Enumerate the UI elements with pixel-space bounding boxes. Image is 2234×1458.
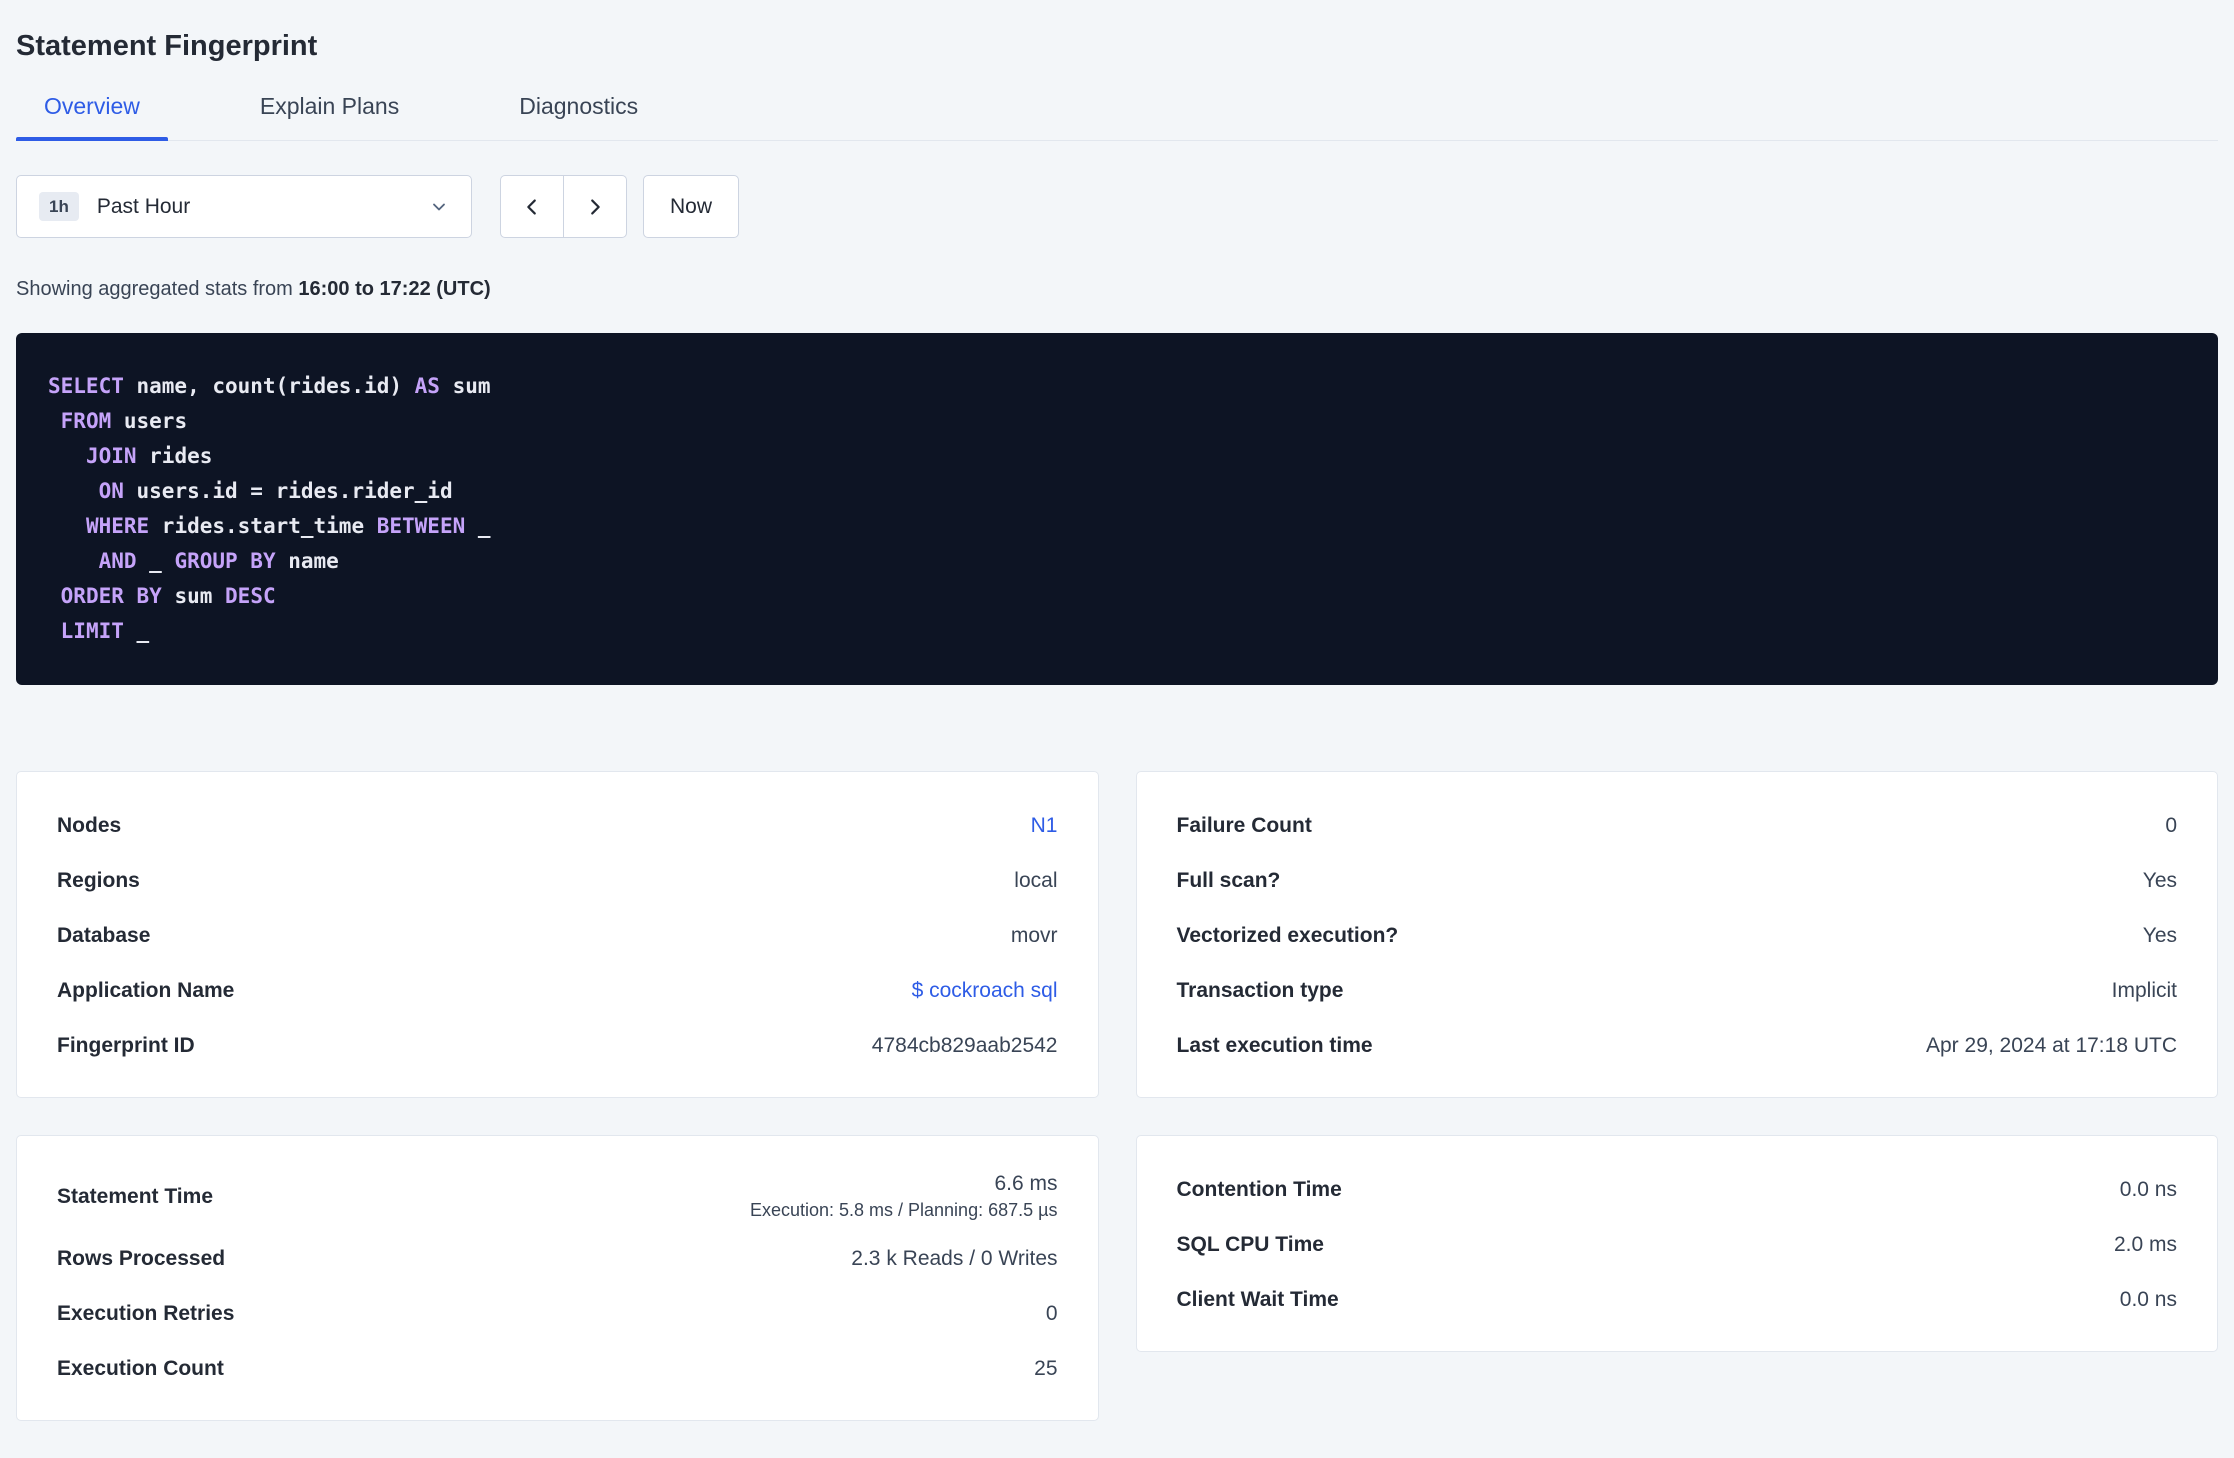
detail-label: Application Name	[57, 978, 235, 1002]
chevron-left-icon	[521, 196, 543, 218]
detail-row-last-execution: Last execution time Apr 29, 2024 at 17:1…	[1177, 1018, 2178, 1073]
detail-value: 0.0 ns	[2119, 1287, 2177, 1311]
detail-value: 25	[1034, 1356, 1058, 1380]
detail-row-rows-processed: Rows Processed 2.3 k Reads / 0 Writes	[57, 1231, 1058, 1286]
detail-label: Full scan?	[1176, 868, 1281, 892]
aggregated-stats-prefix: Showing aggregated stats from	[16, 278, 299, 300]
detail-label: Transaction type	[1176, 978, 1344, 1002]
sql-keyword: BETWEEN	[376, 514, 466, 538]
tab-explain-plans[interactable]: Explain Plans	[232, 93, 427, 140]
time-controls: 1h Past Hour Now	[16, 175, 2218, 238]
detail-row-contention-time: Contention Time 0.0 ns	[1177, 1162, 2178, 1217]
detail-label: Client Wait Time	[1176, 1287, 1339, 1311]
detail-row-regions: Regions local	[57, 853, 1058, 908]
detail-value: local	[1014, 868, 1058, 892]
detail-row-failure-count: Failure Count 0	[1177, 798, 2178, 853]
detail-label: Regions	[57, 868, 140, 892]
node-link[interactable]: N1	[1031, 814, 1058, 838]
chevron-right-icon	[584, 196, 606, 218]
wait-time-card: Contention Time 0.0 ns SQL CPU Time 2.0 …	[1135, 1135, 2218, 1352]
detail-row-client-wait-time: Client Wait Time 0.0 ns	[1177, 1272, 2178, 1327]
tab-overview[interactable]: Overview	[16, 93, 168, 141]
sql-line: FROM users	[60, 409, 188, 433]
chevron-down-icon	[429, 197, 449, 217]
detail-value: Apr 29, 2024 at 17:18 UTC	[1926, 1033, 2177, 1057]
detail-row-transaction-type: Transaction type Implicit	[1177, 963, 2178, 1018]
detail-value: Yes	[2142, 923, 2177, 947]
detail-row-fingerprint-id: Fingerprint ID 4784cb829aab2542	[57, 1018, 1058, 1073]
detail-row-application-name: Application Name $ cockroach sql	[57, 963, 1058, 1018]
sql-line: AND _ GROUP BY name	[98, 549, 339, 573]
aggregated-stats-text: Showing aggregated stats from 16:00 to 1…	[16, 278, 2218, 301]
sql-keyword: JOIN	[85, 444, 137, 468]
detail-label: Failure Count	[1176, 813, 1312, 837]
sql-keyword: AND	[98, 549, 137, 573]
detail-value: 4784cb829aab2542	[871, 1033, 1058, 1057]
sql-keyword: AS	[414, 374, 440, 398]
detail-value: 0	[2165, 813, 2177, 837]
detail-value: 2.3 k Reads / 0 Writes	[851, 1246, 1058, 1270]
detail-value: 0.0 ns	[2119, 1177, 2177, 1201]
detail-label: Database	[57, 923, 151, 947]
statement-time-card: Statement Time 6.6 ms Execution: 5.8 ms …	[16, 1135, 1099, 1421]
detail-label: Rows Processed	[57, 1246, 226, 1270]
sql-keyword: LIMIT	[60, 619, 124, 643]
next-time-button[interactable]	[563, 175, 627, 238]
detail-row-nodes: Nodes N1	[57, 798, 1058, 853]
detail-row-vectorized: Vectorized execution? Yes	[1177, 908, 2178, 963]
detail-value: movr	[1010, 923, 1058, 947]
time-range-select[interactable]: 1h Past Hour	[16, 175, 472, 238]
detail-value: 6.6 ms	[994, 1172, 1058, 1195]
sql-keyword: WHERE	[85, 514, 150, 538]
prev-time-button[interactable]	[500, 175, 564, 238]
sql-keyword: FROM	[60, 409, 112, 433]
statement-details-card: Nodes N1 Regions local Database movr App…	[16, 771, 1099, 1098]
aggregated-stats-range: 16:00 to 17:22 (UTC)	[298, 278, 491, 300]
time-nav-group	[500, 175, 627, 238]
detail-label: Contention Time	[1176, 1177, 1342, 1201]
execution-details-card: Failure Count 0 Full scan? Yes Vectorize…	[1135, 771, 2218, 1098]
time-range-label: Past Hour	[96, 194, 191, 218]
tab-bar: Overview Explain Plans Diagnostics	[16, 93, 2218, 141]
detail-value: Yes	[2142, 868, 2177, 892]
sql-keyword: SELECT	[48, 374, 124, 398]
application-link[interactable]: $ cockroach sql	[912, 979, 1058, 1003]
time-range-badge: 1h	[39, 192, 79, 221]
sql-keyword: DESC	[225, 584, 276, 608]
tab-diagnostics[interactable]: Diagnostics	[491, 93, 666, 140]
detail-label: Nodes	[57, 813, 122, 837]
detail-label: Statement Time	[57, 1184, 213, 1208]
sql-keyword: ORDER BY	[60, 584, 162, 608]
detail-label: Last execution time	[1176, 1033, 1373, 1057]
detail-label: Execution Retries	[57, 1301, 235, 1325]
detail-label: Execution Count	[57, 1356, 224, 1380]
detail-row-sql-cpu-time: SQL CPU Time 2.0 ms	[1177, 1217, 2178, 1272]
detail-row-execution-retries: Execution Retries 0	[57, 1286, 1058, 1341]
detail-label: SQL CPU Time	[1176, 1232, 1324, 1256]
stats-cards: Nodes N1 Regions local Database movr App…	[16, 771, 2218, 1421]
sql-statement-box: SELECT name, count(rides.id) AS sum FROM…	[16, 333, 2218, 685]
sql-keyword: GROUP BY	[174, 549, 276, 573]
sql-line: WHERE rides.start_time BETWEEN _	[85, 514, 491, 538]
detail-row-database: Database movr	[57, 908, 1058, 963]
detail-label: Fingerprint ID	[57, 1033, 195, 1057]
sql-line: SELECT name, count(rides.id) AS sum	[48, 374, 491, 398]
detail-row-full-scan: Full scan? Yes	[1177, 853, 2178, 908]
statement-fingerprint-page: Statement Fingerprint Overview Explain P…	[0, 0, 2234, 1421]
sql-line: ON users.id = rides.rider_id	[98, 479, 453, 503]
now-button[interactable]: Now	[643, 175, 739, 238]
sql-keyword: ON	[98, 479, 124, 503]
detail-label: Vectorized execution?	[1176, 923, 1399, 947]
detail-row-execution-count: Execution Count 25	[57, 1341, 1058, 1396]
detail-value: 2.0 ms	[2113, 1232, 2177, 1256]
statement-time-breakdown: Execution: 5.8 ms / Planning: 687.5 µs	[749, 1200, 1058, 1220]
detail-value: 0	[1045, 1301, 1058, 1325]
page-title: Statement Fingerprint	[16, 30, 318, 62]
statement-time-values: 6.6 ms Execution: 5.8 ms / Planning: 687…	[750, 1162, 1058, 1231]
detail-row-statement-time: Statement Time 6.6 ms Execution: 5.8 ms …	[57, 1162, 1058, 1231]
sql-line: ORDER BY sum DESC	[60, 584, 276, 608]
sql-line: JOIN rides	[85, 444, 213, 468]
sql-line: LIMIT _	[60, 619, 150, 643]
detail-value: Implicit	[2111, 978, 2177, 1002]
